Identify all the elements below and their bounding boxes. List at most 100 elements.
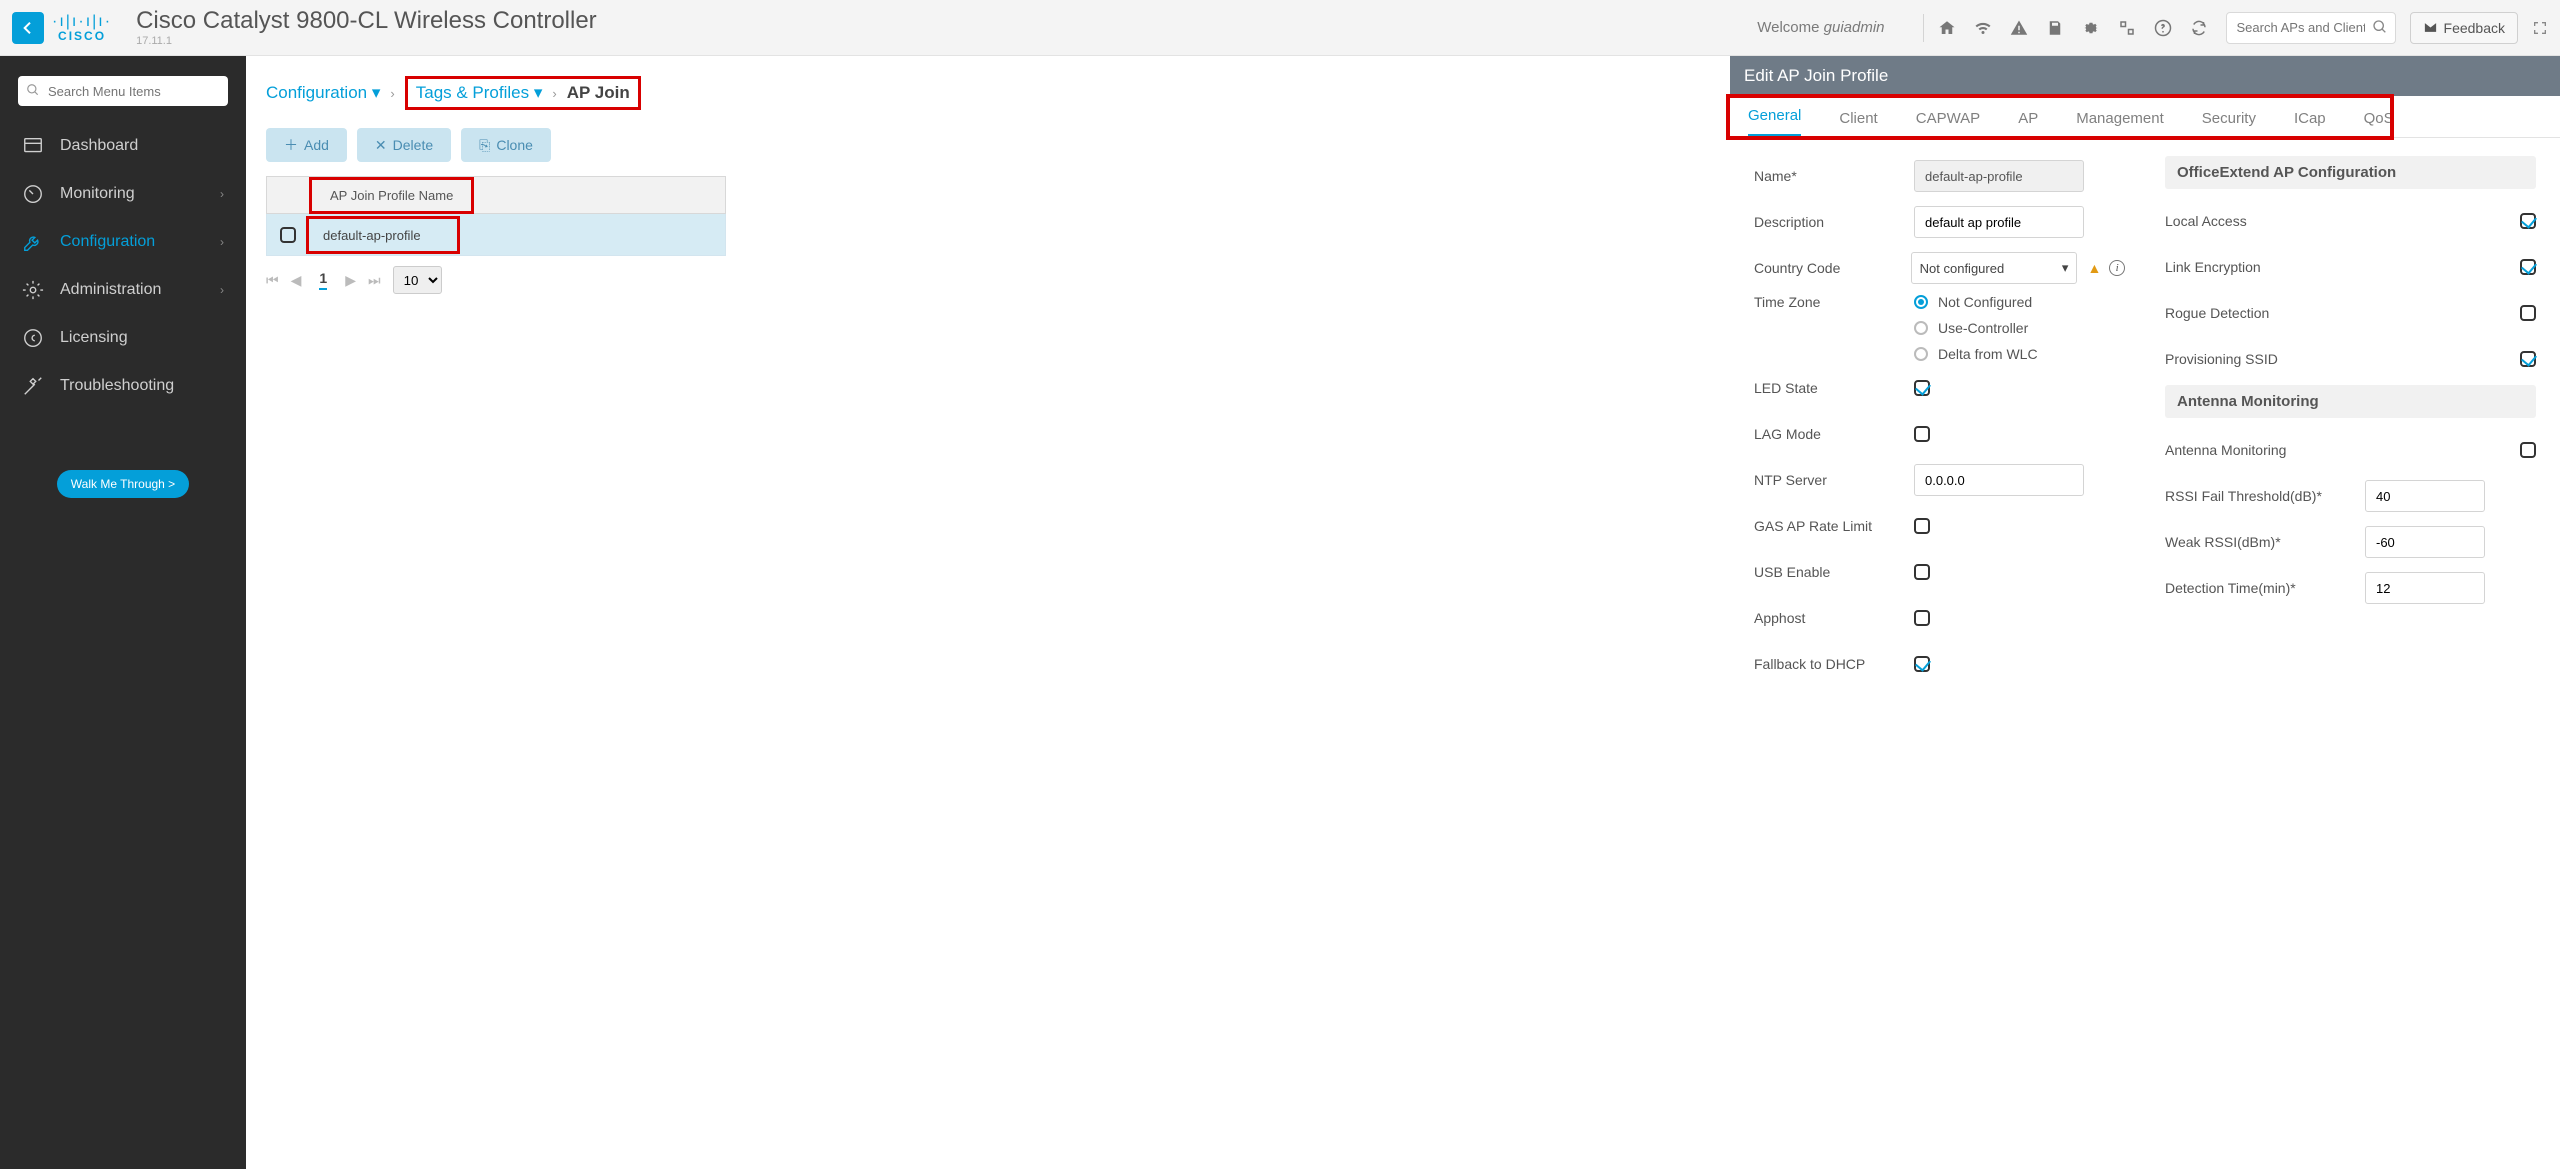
product-title-block: Cisco Catalyst 9800-CL Wireless Controll… <box>136 8 597 46</box>
pager-size-select[interactable]: 10 <box>393 266 442 294</box>
search-icon <box>26 83 40 97</box>
form-left-column: Name* Description Country Code Not confi… <box>1754 156 2125 690</box>
apphost-checkbox[interactable] <box>1914 610 1930 626</box>
wifi-icon[interactable] <box>1974 19 1992 37</box>
usb-checkbox[interactable] <box>1914 564 1930 580</box>
pager-next[interactable]: ▶ <box>345 272 356 289</box>
back-arrow-icon <box>20 20 36 36</box>
sidebar-item-dashboard[interactable]: Dashboard <box>0 122 246 170</box>
tab-qos[interactable]: QoS <box>2364 110 2394 137</box>
name-input[interactable] <box>1914 160 2084 192</box>
det-time-input[interactable] <box>2365 572 2485 604</box>
tab-ap[interactable]: AP <box>2018 110 2038 137</box>
country-select[interactable]: Not configured▾ <box>1911 252 2078 284</box>
led-checkbox[interactable] <box>1914 380 1930 396</box>
tab-client[interactable]: Client <box>1839 110 1877 137</box>
radio-delta-wlc[interactable]: Delta from WLC <box>1914 346 2038 362</box>
highlight-box: default-ap-profile <box>306 216 460 254</box>
label-description: Description <box>1754 214 1914 230</box>
translate-icon[interactable] <box>2118 19 2136 37</box>
highlight-box: Tags & Profiles ▾ › AP Join <box>405 76 641 110</box>
pager-last[interactable]: ⏭ <box>368 272 381 289</box>
sidebar-item-configuration[interactable]: Configuration › <box>0 218 246 266</box>
info-icon[interactable]: i <box>2109 260 2125 276</box>
rogue-checkbox[interactable] <box>2520 305 2536 321</box>
radio-not-configured[interactable]: Not Configured <box>1914 294 2038 310</box>
sidebar-item-administration[interactable]: Administration › <box>0 266 246 314</box>
alert-icon[interactable] <box>2010 19 2028 37</box>
save-icon[interactable] <box>2046 19 2064 37</box>
ant-mon-checkbox[interactable] <box>2520 442 2536 458</box>
delete-button[interactable]: ✕Delete <box>357 128 451 162</box>
chevron-right-icon: › <box>552 86 556 101</box>
breadcrumb: Configuration ▾ › Tags & Profiles ▾ › AP… <box>266 76 1730 110</box>
chevron-right-icon: › <box>220 187 224 201</box>
tab-general[interactable]: General <box>1748 107 1801 137</box>
label-country: Country Code <box>1754 260 1911 276</box>
gauge-icon <box>22 183 44 205</box>
breadcrumb-root[interactable]: Configuration ▾ <box>266 83 380 103</box>
feedback-button[interactable]: Feedback <box>2410 12 2518 44</box>
grid-cell-name[interactable]: default-ap-profile <box>323 228 421 243</box>
tab-security[interactable]: Security <box>2202 110 2256 137</box>
breadcrumb-mid[interactable]: Tags & Profiles ▾ <box>416 83 543 103</box>
radio-use-controller[interactable]: Use-Controller <box>1914 320 2038 336</box>
label-usb: USB Enable <box>1754 564 1914 580</box>
tab-capwap[interactable]: CAPWAP <box>1916 110 1980 137</box>
global-search-input[interactable] <box>2226 12 2396 44</box>
grid-header-cell[interactable]: AP Join Profile Name <box>312 180 471 211</box>
pager-prev[interactable]: ◀ <box>291 272 302 289</box>
grid-row[interactable]: default-ap-profile <box>266 214 726 256</box>
lag-checkbox[interactable] <box>1914 426 1930 442</box>
home-icon[interactable] <box>1938 19 1956 37</box>
label-apphost: Apphost <box>1754 610 1914 626</box>
tools-icon <box>22 375 44 397</box>
label-ant-mon: Antenna Monitoring <box>2165 442 2520 458</box>
label-ntp: NTP Server <box>1754 472 1914 488</box>
sidebar-item-troubleshooting[interactable]: Troubleshooting <box>0 362 246 410</box>
sidebar-item-label: Dashboard <box>60 137 138 155</box>
breadcrumb-current: AP Join <box>567 83 630 103</box>
weak-rssi-input[interactable] <box>2365 526 2485 558</box>
rssi-fail-input[interactable] <box>2365 480 2485 512</box>
sidebar-item-monitoring[interactable]: Monitoring › <box>0 170 246 218</box>
global-search[interactable] <box>2226 12 2396 44</box>
back-button[interactable] <box>12 12 44 44</box>
search-icon[interactable] <box>2372 19 2388 35</box>
topbar: ·ı|ı·ı|ı· CISCO Cisco Catalyst 9800-CL W… <box>0 0 2560 56</box>
pager-first[interactable]: ⏮ <box>266 272 279 289</box>
label-led: LED State <box>1754 380 1914 396</box>
x-icon: ✕ <box>375 137 387 154</box>
chevron-right-icon: › <box>220 283 224 297</box>
menu-search[interactable] <box>18 76 228 106</box>
prov-ssid-checkbox[interactable] <box>2520 351 2536 367</box>
highlight-box: AP Join Profile Name <box>309 177 474 214</box>
description-input[interactable] <box>1914 206 2084 238</box>
help-icon[interactable] <box>2154 19 2172 37</box>
sidebar-item-label: Monitoring <box>60 185 135 203</box>
ntp-input[interactable] <box>1914 464 2084 496</box>
label-rssi-fail: RSSI Fail Threshold(dB)* <box>2165 488 2365 504</box>
mail-icon <box>2423 20 2438 35</box>
tab-management[interactable]: Management <box>2076 110 2164 137</box>
refresh-icon[interactable] <box>2190 19 2208 37</box>
gas-checkbox[interactable] <box>1914 518 1930 534</box>
tab-icap[interactable]: ICap <box>2294 110 2326 137</box>
menu-search-input[interactable] <box>18 76 228 106</box>
warning-icon: ▲ <box>2087 260 2101 276</box>
link-encryption-checkbox[interactable] <box>2520 259 2536 275</box>
add-button[interactable]: ＋Add <box>266 128 347 162</box>
clone-button[interactable]: ⎘Clone <box>461 128 551 162</box>
local-access-checkbox[interactable] <box>2520 213 2536 229</box>
label-rogue: Rogue Detection <box>2165 305 2520 321</box>
sidebar-item-label: Licensing <box>60 329 128 347</box>
sidebar-item-licensing[interactable]: Licensing <box>0 314 246 362</box>
walk-me-through-button[interactable]: Walk Me Through > <box>57 470 189 498</box>
gear-icon[interactable] <box>2082 19 2100 37</box>
sidebar-item-label: Troubleshooting <box>60 377 174 395</box>
center-pane: Configuration ▾ › Tags & Profiles ▾ › AP… <box>246 56 1730 1169</box>
row-checkbox[interactable] <box>280 227 296 243</box>
fallback-checkbox[interactable] <box>1914 656 1930 672</box>
edit-panel: Edit AP Join Profile General Client CAPW… <box>1730 56 2560 1169</box>
fullscreen-icon[interactable] <box>2532 20 2548 36</box>
